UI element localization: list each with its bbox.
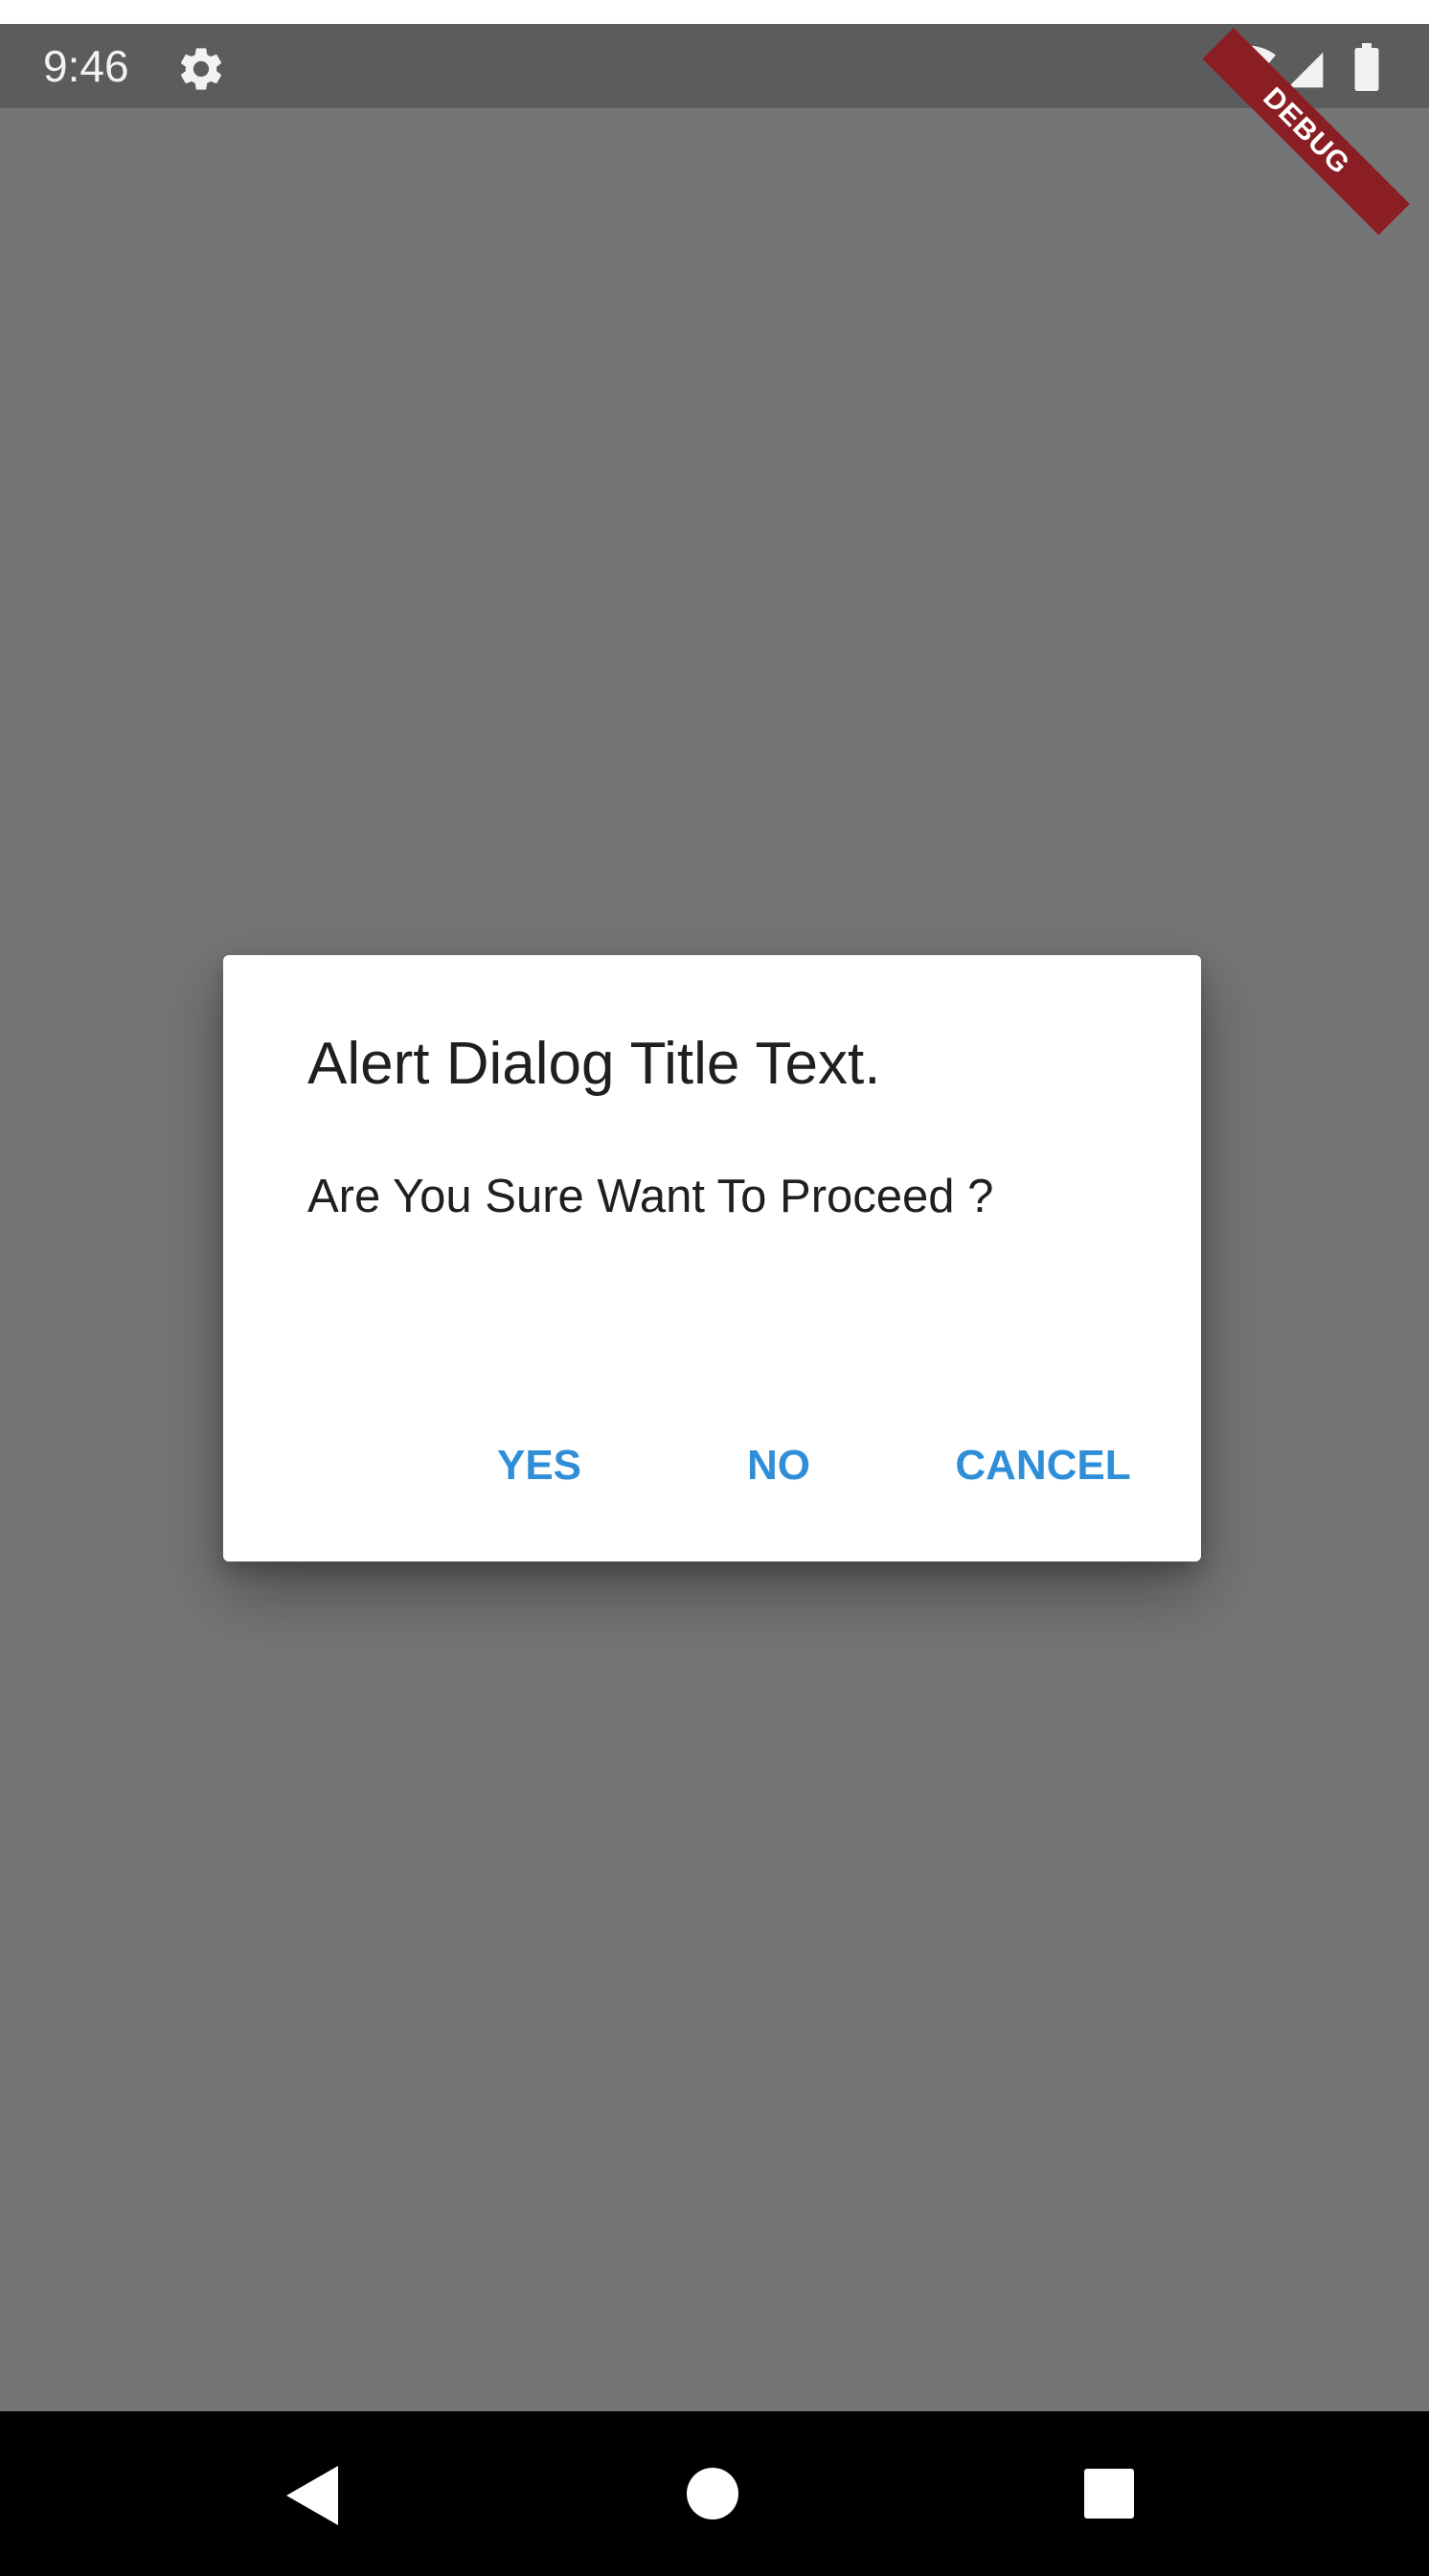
recents-icon[interactable] [1083,2468,1135,2519]
top-edge [0,0,1429,24]
dialog-title: Alert Dialog Title Text. [307,1031,881,1097]
back-icon[interactable] [284,2464,340,2527]
settings-icon [180,48,222,90]
cancel-button[interactable]: CANCEL [938,1423,1148,1509]
dialog-message: Are You Sure Want To Proceed ? [307,1171,994,1222]
status-time: 9:46 [43,41,129,91]
alert-dialog: Alert Dialog Title Text. Are You Sure Wa… [223,955,1201,1562]
yes-button[interactable]: YES [472,1423,606,1509]
battery-icon [1354,43,1379,91]
home-icon[interactable] [686,2467,739,2520]
navigation-bar [0,2411,1429,2576]
no-button[interactable]: NO [721,1423,836,1509]
app-screen: 9:46 DEBUG Alert Dialog Title Text. Are … [0,24,1429,2411]
